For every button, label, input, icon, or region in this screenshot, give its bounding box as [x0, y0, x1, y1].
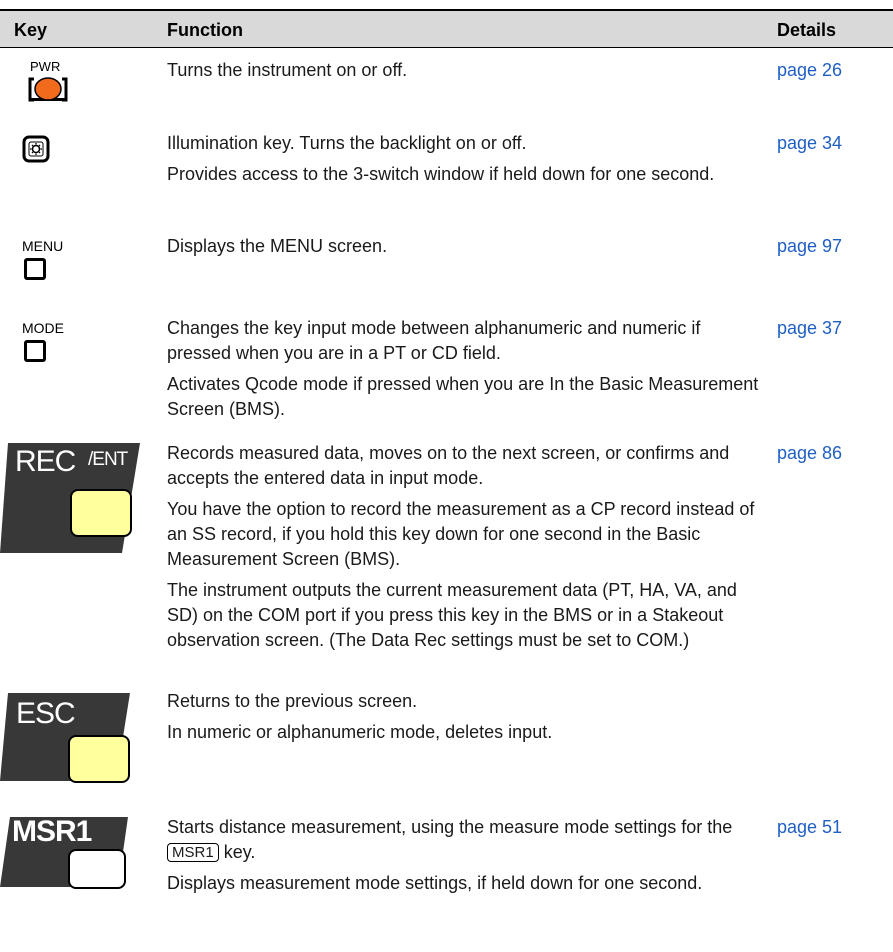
details-link[interactable]: page 26: [777, 58, 842, 83]
esc-key-icon: ESC: [0, 689, 160, 784]
inline-msr1-key: MSR1: [167, 843, 219, 862]
details-link[interactable]: page 51: [777, 815, 842, 840]
row-function: Displays the MENU screen.: [167, 236, 388, 256]
details-link[interactable]: page 37: [777, 316, 842, 341]
mode-key-icon: MODE: [0, 316, 160, 376]
row-function: Turns the instrument on or off.: [167, 60, 408, 80]
table-header: Key Function Details: [0, 11, 893, 48]
row-function: Illumination key. Turns the backlight on…: [167, 133, 715, 184]
details-link[interactable]: page 34: [777, 131, 842, 156]
illumination-key-icon: [0, 131, 160, 181]
power-key-icon: PWR: [0, 58, 160, 108]
msr1-key-icon: MSR1: [0, 815, 160, 890]
header-details: Details: [777, 20, 837, 40]
row-function: Changes the key input mode between alpha…: [167, 318, 759, 419]
details-link[interactable]: page 97: [777, 234, 842, 259]
rec-ent-key-icon: REC /ENT: [0, 441, 160, 556]
header-key: Key: [14, 20, 48, 40]
header-function: Function: [167, 20, 243, 40]
row-function: Returns to the previous screen. In numer…: [167, 691, 553, 742]
row-function: Starts distance measurement, using the m…: [167, 817, 733, 893]
details-link[interactable]: page 86: [777, 441, 842, 466]
menu-key-icon: MENU: [0, 234, 160, 294]
row-function: Records measured data, moves on to the n…: [167, 443, 755, 650]
